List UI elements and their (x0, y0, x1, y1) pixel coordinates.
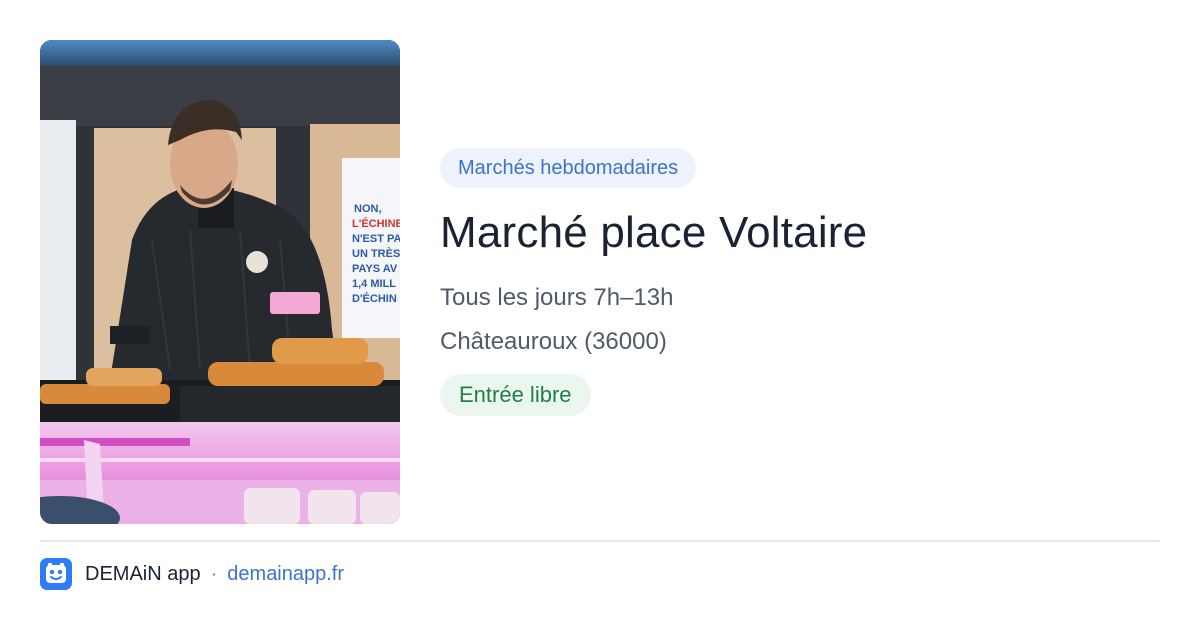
market-photo: NON, L'ÉCHINE N'EST PA UN TRÈS PAYS AV 1… (40, 40, 400, 524)
poster-line: NON, (354, 203, 382, 215)
app-name: DEMAiN app (85, 562, 201, 585)
opening-hours: Tous les jours 7h–13h (440, 284, 674, 311)
poster-line: 1,4 MILL (352, 278, 396, 290)
market-title: Marché place Voltaire (440, 208, 868, 257)
app-url-link[interactable]: demainapp.fr (227, 563, 344, 586)
access-badge: Entrée libre (440, 374, 591, 416)
poster-line: L'ÉCHINE (352, 217, 400, 230)
footer: DEMAiN app · demainapp.fr (40, 558, 344, 590)
poster-line: UN TRÈS (352, 247, 400, 260)
demain-app-icon (40, 558, 72, 590)
footer-divider (40, 540, 1160, 542)
poster-line: PAYS AV (352, 263, 398, 275)
footer-separator: · (210, 562, 218, 585)
poster-line: D'ÉCHIN (352, 292, 397, 305)
market-photo-illustration: NON, L'ÉCHINE N'EST PA UN TRÈS PAYS AV 1… (40, 40, 400, 524)
market-info: Marchés hebdomadaires Marché place Volta… (440, 148, 1160, 416)
location: Châteauroux (36000) (440, 328, 667, 355)
poster-line: N'EST PA (352, 233, 400, 245)
category-chip[interactable]: Marchés hebdomadaires (440, 148, 697, 188)
